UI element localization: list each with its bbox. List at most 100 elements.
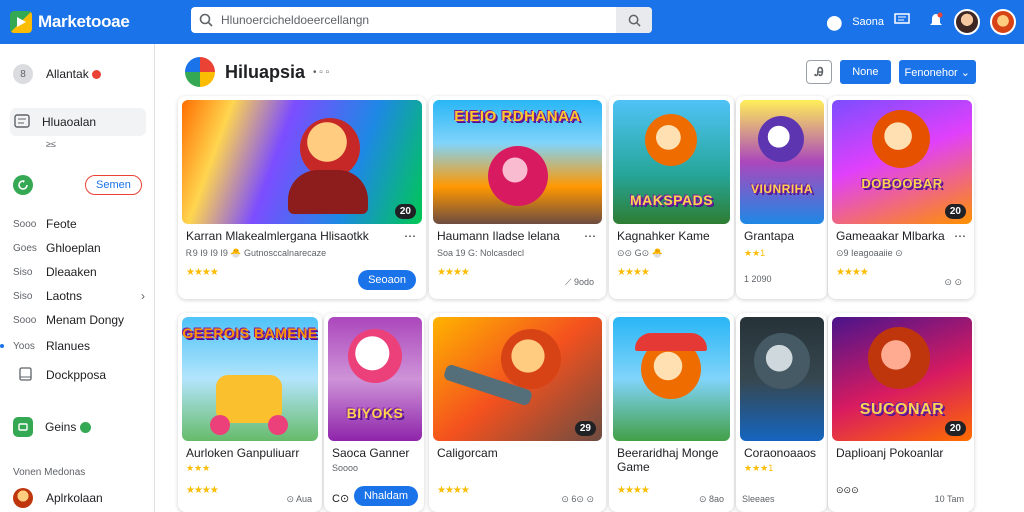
character-art [348, 329, 402, 383]
games-icon [13, 417, 33, 437]
search-input[interactable]: Hlunoercicheldoeercellangn [221, 13, 616, 27]
account-avatar: 8 [13, 64, 33, 84]
card-title: Haumann Iladse lelana [437, 229, 560, 243]
active-indicator [0, 344, 4, 348]
sidebar-item-label: Laotns [46, 289, 83, 303]
font-icon[interactable]: Ꭿ [806, 60, 833, 84]
page-header: Hiluapsia • ▫ ▫ [185, 55, 329, 89]
card-meta: ⊙ ⊙ [944, 277, 962, 287]
thumbnail-title: VIUNRIHA [750, 182, 813, 196]
sidebar-item[interactable]: Dockpposa [0, 364, 155, 386]
wheel-art [210, 415, 230, 435]
sidebar-item-label: Hluaoalan [42, 115, 97, 129]
game-card[interactable]: Coraonoaaos ★★★1 Sleeaes [736, 313, 827, 512]
search-button[interactable] [616, 7, 652, 33]
game-thumbnail: 29 [433, 317, 602, 441]
semen-button[interactable]: Semen [85, 175, 142, 195]
wheel-art [268, 415, 288, 435]
game-card[interactable]: DOBOOBAR 20 Gameaakar Mlbarka ⋯ ⊙9 Ieago… [828, 96, 974, 299]
filter-dropdown[interactable]: Fenonehor ⌄ [898, 60, 976, 84]
game-thumbnail: BIYOKS [328, 317, 422, 441]
card-stars: ★★★★ [186, 485, 219, 496]
item-prefix: Yoos [13, 340, 35, 352]
chevron-right-icon: › [141, 289, 145, 303]
card-meta: 10 Tam [934, 494, 964, 504]
sidebar-item[interactable]: Sooo Feote [0, 214, 155, 234]
game-card[interactable]: SUCONAR 20 Daplioanj Pokoanlar ⊙⊙⊙ 10 Ta… [828, 313, 974, 512]
sidebar-item[interactable]: Siso Laotns › [0, 286, 155, 306]
character-art [754, 333, 810, 389]
game-thumbnail: EIEIO RDHANAA [433, 100, 602, 224]
user-avatar [13, 488, 33, 508]
none-button[interactable]: None [840, 60, 891, 84]
game-thumbnail [613, 317, 730, 441]
game-card[interactable]: 29 Caligorcam ★★★★ ⊙ 6⊙ ⊙ [429, 313, 606, 512]
rating-badge: 20 [944, 421, 966, 436]
account-row[interactable]: 8 Allantak [0, 62, 155, 86]
game-thumbnail: DOBOOBAR 20 [832, 100, 972, 224]
more-options[interactable]: ⋯ [584, 229, 596, 243]
secondary-avatar[interactable] [990, 9, 1016, 35]
game-card[interactable]: BIYOKS Saoca Ganner Soooo C⊙ Nhaldam [324, 313, 424, 512]
game-card[interactable]: Beeraridhaj Monge Game ★★★★ ⊙ 8ao [609, 313, 734, 512]
games-row[interactable]: Geins [0, 416, 155, 438]
title-dots: • ▫ ▫ [313, 66, 330, 78]
profile-avatar[interactable] [954, 9, 980, 35]
help-icon[interactable]: ⬤ [827, 14, 843, 31]
card-meta: ⊙ 8ao [698, 494, 724, 504]
game-card[interactable]: GEEROIS BAMENE Aurloken Ganpuliuarr ★★★ … [178, 313, 322, 512]
card-subtitle: Soa 19 G: Nolcasdecl [437, 248, 525, 258]
item-prefix: Sooo [13, 218, 37, 230]
screen-icon[interactable] [894, 13, 910, 31]
card-meta: ⊙ 6⊙ ⊙ [561, 494, 594, 504]
rating-badge: 20 [394, 204, 416, 219]
card-subtitle: ⊙9 Ieagoaaiie ⊙ [836, 248, 903, 258]
library-icon [14, 113, 30, 131]
more-options[interactable]: ⋯ [954, 229, 966, 243]
card-action-button[interactable]: Nhaldam [353, 486, 418, 506]
sidebar-item-label: Menam Dongy [46, 313, 125, 327]
game-thumbnail [740, 317, 824, 441]
sidebar: 8 Allantak Hluaoalan ≥≤ Semen Sooo Feote … [0, 44, 155, 512]
more-options[interactable]: ⋯ [404, 229, 416, 243]
sidebar-item-label: Ghloeplan [46, 241, 101, 255]
status-dot [91, 69, 101, 79]
game-card[interactable]: VIUNRIHA Grantapa ★★1 1 2090 [736, 96, 827, 299]
sidebar-item[interactable]: Sooo Menam Dongy [0, 310, 155, 330]
card-title: Karran Mlakealmlergana Hlisaotkk [186, 229, 369, 243]
sidebar-item-label: Rlanues [46, 339, 91, 353]
card-title: Grantapa [744, 229, 795, 243]
page-title: Hiluapsia [225, 61, 306, 82]
game-card[interactable]: MAKSPADS Kagnahker Kame ⊙⊙ G⊙ 🐣 ★★★★ [609, 96, 734, 299]
game-card[interactable]: 20 Karran Mlakealmlergana Hlisaotkk ⋯ Ꭱ9… [178, 96, 426, 299]
sidebar-item[interactable]: Yoos Rlanues [0, 336, 155, 356]
card-title: Gameaakar Mlbarka [836, 229, 945, 243]
card-action-button[interactable]: Seoaon [358, 270, 416, 290]
refresh-icon[interactable] [13, 175, 33, 195]
sidebar-item-selected[interactable]: Hluaoalan [10, 108, 146, 136]
card-title: Kagnahker Kame [617, 229, 710, 243]
top-bar: Marketooae Hlunoercicheldoeercellangn ⬤ … [0, 0, 1024, 44]
search-bar[interactable]: Hlunoercicheldoeercellangn [191, 7, 652, 33]
sidebar-item[interactable]: Siso Dleaaken [0, 262, 155, 282]
card-title: Daplioanj Pokoanlar [836, 446, 944, 460]
game-thumbnail: SUCONAR 20 [832, 317, 972, 441]
card-title: Caligorcam [437, 446, 498, 460]
card-subtitle: Soooo [332, 463, 359, 473]
bottom-user-row[interactable]: Aplrkolaan [0, 486, 155, 510]
bottom-user-name: Aplrkolaan [46, 491, 103, 505]
top-right-actions: ⬤ Saona [827, 0, 1016, 44]
game-thumbnail: 20 [182, 100, 422, 224]
game-card[interactable]: EIEIO RDHANAA Haumann Iladse lelana ⋯ So… [429, 96, 606, 299]
header-actions: Ꭿ None Fenonehor ⌄ [806, 60, 976, 84]
brand[interactable]: Marketooae [10, 11, 190, 33]
character-art [501, 329, 561, 389]
sidebar-item[interactable]: Goes Ghloeplan [0, 238, 155, 258]
hat-art [635, 333, 707, 351]
top-label[interactable]: Saona [852, 16, 884, 28]
notifications-icon[interactable] [928, 12, 944, 33]
rating-badge: 20 [944, 204, 966, 219]
section-label: Vonen Medonas [13, 466, 86, 478]
card-meta: ⊙ Aua [286, 494, 312, 504]
thumbnail-title: GEEROIS BAMENE [182, 325, 318, 341]
